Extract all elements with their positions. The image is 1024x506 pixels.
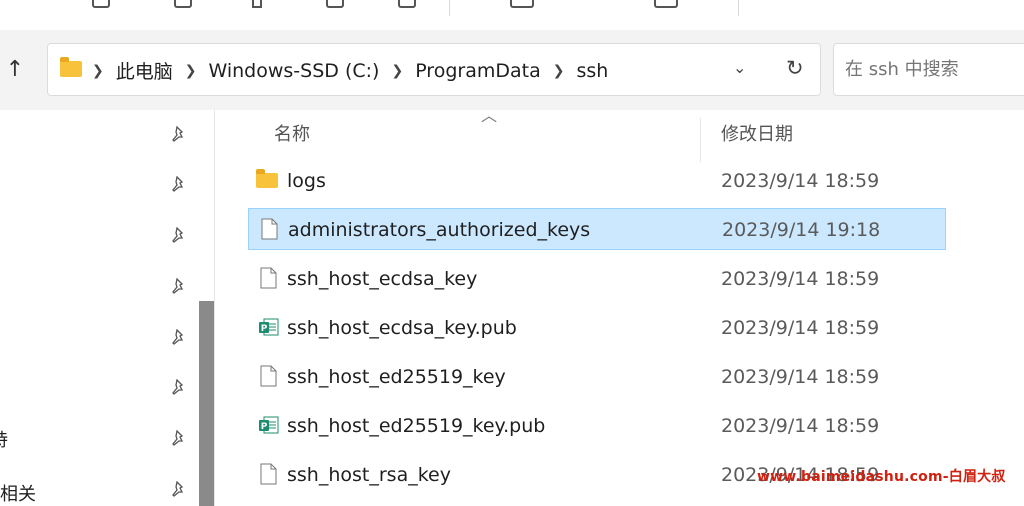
- navigation-pane: 持 案相关: [0, 110, 197, 506]
- file-icon: [258, 267, 278, 289]
- breadcrumb-programdata[interactable]: ProgramData: [415, 60, 541, 82]
- breadcrumb-chevron-icon[interactable]: ❯: [391, 63, 403, 79]
- toolbar-cut-icon[interactable]: [92, 0, 110, 8]
- breadcrumb-chevron-icon[interactable]: ❯: [185, 63, 197, 79]
- file-icon: [258, 463, 278, 485]
- column-header-name[interactable]: 名称: [274, 120, 310, 146]
- file-row-ssh-host-ecdsa-key-pub[interactable]: P ssh_host_ecdsa_key.pub 2023/9/14 18:59: [248, 307, 946, 349]
- toolbar-share-icon[interactable]: [326, 0, 344, 8]
- toolbar-separator: [738, 0, 739, 16]
- toolbar-view-icon[interactable]: [654, 0, 678, 8]
- folder-icon: [256, 169, 278, 188]
- quick-access-item[interactable]: 持: [0, 426, 8, 452]
- search-input[interactable]: [843, 58, 1024, 81]
- pin-icon[interactable]: [171, 429, 187, 446]
- breadcrumb-chevron-icon[interactable]: ❯: [553, 63, 565, 79]
- toolbar-sort-icon[interactable]: [510, 0, 534, 8]
- file-modified: 2023/9/14 18:59: [721, 415, 880, 437]
- folder-icon: [60, 57, 82, 77]
- toolbar-rename-icon[interactable]: [252, 0, 262, 8]
- toolbar-strip: [0, 0, 1024, 30]
- svg-text:P: P: [261, 324, 268, 334]
- file-list: 名称 ︿ 修改日期 logs 2023/9/14 18:59 administr…: [215, 106, 1024, 506]
- address-history-chevron-icon[interactable]: ⌄: [733, 58, 746, 77]
- file-name: logs: [287, 170, 326, 192]
- publisher-file-icon: P: [258, 414, 279, 436]
- watermark: www.baimeidashu.com-白眉大叔: [757, 469, 1006, 485]
- file-name: ssh_host_ed25519_key.pub: [287, 415, 546, 437]
- file-name: ssh_host_ed25519_key: [287, 366, 506, 388]
- file-row-logs[interactable]: logs 2023/9/14 18:59: [248, 160, 946, 202]
- file-icon: [259, 218, 279, 240]
- up-button[interactable]: ↑: [0, 52, 30, 88]
- refresh-icon[interactable]: ↻: [786, 56, 804, 80]
- nav-scrollbar-thumb[interactable]: [199, 301, 214, 506]
- breadcrumb-windows-ssd[interactable]: Windows-SSD (C:): [208, 60, 379, 82]
- search-box[interactable]: [833, 43, 1024, 96]
- pin-icon[interactable]: [171, 378, 187, 395]
- file-row-ssh-host-ed25519-key[interactable]: ssh_host_ed25519_key 2023/9/14 18:59: [248, 356, 946, 398]
- file-name: ssh_host_ecdsa_key.pub: [287, 317, 517, 339]
- file-modified: 2023/9/14 18:59: [721, 268, 880, 290]
- file-name: ssh_host_ecdsa_key: [287, 268, 478, 290]
- pin-icon[interactable]: [171, 328, 187, 345]
- file-row-administrators-authorized-keys[interactable]: administrators_authorized_keys 2023/9/14…: [248, 208, 946, 250]
- column-header-date[interactable]: 修改日期: [721, 120, 793, 146]
- file-row-ssh-host-ed25519-key-pub[interactable]: P ssh_host_ed25519_key.pub 2023/9/14 18:…: [248, 405, 946, 447]
- file-icon: [258, 365, 278, 387]
- sort-ascending-icon: ︿: [481, 106, 498, 125]
- file-modified: 2023/9/14 18:59: [721, 170, 880, 192]
- pin-icon[interactable]: [171, 480, 187, 497]
- file-name: administrators_authorized_keys: [288, 219, 591, 241]
- breadcrumb: ❯ 此电脑 ❯ Windows-SSD (C:) ❯ ProgramData ❯…: [92, 44, 608, 97]
- toolbar-delete-icon[interactable]: [398, 0, 416, 8]
- pin-icon[interactable]: [171, 125, 187, 142]
- quick-access-item[interactable]: 案相关: [0, 480, 36, 506]
- file-name: ssh_host_rsa_key: [287, 464, 451, 486]
- pin-icon[interactable]: [171, 226, 187, 243]
- file-row-ssh-host-ecdsa-key[interactable]: ssh_host_ecdsa_key 2023/9/14 18:59: [248, 258, 946, 300]
- pin-icon[interactable]: [171, 175, 187, 192]
- column-divider[interactable]: [700, 118, 701, 162]
- toolbar-separator: [449, 0, 450, 16]
- file-modified: 2023/9/14 18:59: [721, 366, 880, 388]
- publisher-file-icon: P: [258, 316, 279, 338]
- pin-icon[interactable]: [171, 277, 187, 294]
- svg-text:P: P: [261, 422, 268, 432]
- address-bar[interactable]: ❯ 此电脑 ❯ Windows-SSD (C:) ❯ ProgramData ❯…: [47, 43, 821, 96]
- breadcrumb-chevron-icon[interactable]: ❯: [92, 63, 104, 79]
- breadcrumb-this-pc[interactable]: 此电脑: [116, 57, 173, 84]
- breadcrumb-ssh[interactable]: ssh: [576, 60, 608, 82]
- file-modified: 2023/9/14 19:18: [722, 219, 881, 241]
- toolbar-copy-icon[interactable]: [174, 0, 192, 8]
- file-modified: 2023/9/14 18:59: [721, 317, 880, 339]
